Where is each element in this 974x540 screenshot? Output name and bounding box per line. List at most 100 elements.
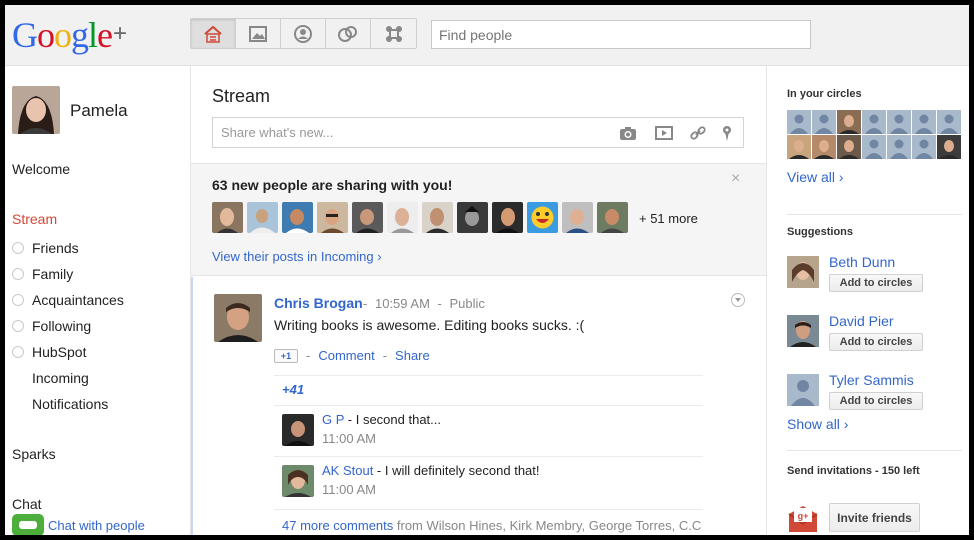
circle-item-family[interactable]: Family [12, 265, 73, 283]
circle-item-acquaintances[interactable]: Acquaintances [12, 291, 124, 309]
comment-author[interactable]: G P [322, 412, 344, 427]
camera-icon[interactable] [619, 124, 637, 142]
more-comments-from: from Wilson Hines, Kirk Membry, George T… [393, 518, 702, 533]
avatar[interactable] [212, 202, 243, 233]
avatar[interactable] [457, 202, 488, 233]
share-button[interactable]: Share [395, 348, 430, 363]
new-people-title: 63 new people are sharing with you! [212, 177, 453, 193]
invite-friends-button[interactable]: Invite friends [829, 503, 920, 532]
circle-item-friends[interactable]: Friends [12, 239, 79, 257]
plus-one-button[interactable]: +1 [274, 348, 298, 363]
circle-item-hubspot[interactable]: HubSpot [12, 343, 86, 361]
welcome-link[interactable]: Welcome [12, 161, 70, 177]
suggestion-item: David Pier Add to circles [787, 313, 967, 355]
nav-circles-button[interactable] [326, 19, 371, 48]
link-icon[interactable] [689, 124, 707, 142]
comment-author[interactable]: AK Stout [322, 463, 373, 478]
avatar[interactable] [787, 256, 819, 288]
google-plus-logo[interactable]: Google+ [12, 14, 127, 55]
chat-with-people-link[interactable]: Chat with people [48, 518, 145, 533]
add-to-circles-button[interactable]: Add to circles [829, 333, 923, 351]
default-avatar-icon[interactable] [787, 374, 819, 406]
location-pin-icon[interactable] [718, 124, 736, 142]
circle-avatar-grid [787, 110, 961, 159]
add-to-circles-button[interactable]: Add to circles [829, 392, 923, 410]
sparks-link[interactable]: Sparks [12, 446, 56, 462]
circle-icon [12, 320, 24, 332]
circle-member-avatar[interactable] [787, 135, 811, 159]
post-visibility[interactable]: Public [450, 296, 485, 311]
circle-member-avatar[interactable] [837, 135, 861, 159]
share-box[interactable]: Share what's new... [212, 117, 744, 148]
comment-button[interactable]: Comment [318, 348, 374, 363]
circle-icon [12, 294, 24, 306]
circle-member-avatar[interactable] [787, 110, 811, 134]
post-author[interactable]: Chris Brogan [274, 295, 363, 311]
nav-profile-button[interactable] [281, 19, 326, 48]
close-icon[interactable]: × [731, 170, 740, 188]
circle-member-avatar[interactable] [887, 110, 911, 134]
stream-link[interactable]: Stream [12, 211, 57, 227]
add-to-circles-button[interactable]: Add to circles [829, 274, 923, 292]
suggestion-name[interactable]: David Pier [829, 313, 894, 329]
view-all-link[interactable]: View all › [787, 169, 844, 185]
incoming-link[interactable]: Incoming [32, 370, 89, 386]
avatar[interactable] [352, 202, 383, 233]
comment-item: AK Stout - I will definitely second that… [274, 457, 703, 509]
chat-bubble-icon [12, 514, 44, 535]
avatar[interactable] [527, 202, 558, 233]
plus-one-count[interactable]: +41 [282, 382, 304, 397]
comment-body: G P - I second that... [322, 412, 441, 427]
avatar[interactable] [282, 465, 314, 497]
circle-member-avatar[interactable] [912, 135, 936, 159]
circle-member-avatar[interactable] [862, 110, 886, 134]
post-menu-chevron-icon[interactable] [731, 293, 745, 307]
circle-icon [12, 242, 24, 254]
circle-label: Following [32, 318, 92, 334]
suggestion-name[interactable]: Tyler Sammis [829, 372, 914, 388]
post-text: Writing books is awesome. Editing books … [274, 317, 585, 333]
user-name[interactable]: Pamela [70, 101, 128, 121]
circle-label: Acquaintances [32, 292, 124, 308]
avatar[interactable] [282, 414, 314, 446]
circle-member-avatar[interactable] [937, 135, 961, 159]
avatar[interactable] [562, 202, 593, 233]
left-sidebar: Pamela Welcome Stream Friends Family Acq… [5, 66, 191, 535]
avatar[interactable] [247, 202, 278, 233]
avatar[interactable] [597, 202, 628, 233]
avatar[interactable] [387, 202, 418, 233]
send-invitations-heading: Send invitations - 150 left [787, 465, 920, 477]
suggestion-name[interactable]: Beth Dunn [829, 254, 895, 270]
circles-icon [338, 25, 357, 42]
more-comments-link[interactable]: 47 more comments [282, 518, 393, 533]
gmail-invite-icon: g+ [788, 506, 818, 532]
avatar[interactable] [214, 294, 262, 342]
view-incoming-link[interactable]: View their posts in Incoming › [212, 249, 382, 264]
more-comments: 47 more comments from Wilson Hines, Kirk… [282, 518, 703, 533]
nav-games-button[interactable] [371, 19, 416, 48]
nav-photos-button[interactable] [236, 19, 281, 48]
find-people-input[interactable] [431, 20, 811, 49]
circle-item-following[interactable]: Following [12, 317, 91, 335]
avatar[interactable] [317, 202, 348, 233]
circle-member-avatar[interactable] [812, 110, 836, 134]
avatar[interactable] [422, 202, 453, 233]
avatar[interactable] [787, 315, 819, 347]
show-all-link[interactable]: Show all › [787, 416, 848, 432]
circle-member-avatar[interactable] [812, 135, 836, 159]
circle-member-avatar[interactable] [937, 110, 961, 134]
circle-member-avatar[interactable] [912, 110, 936, 134]
video-icon[interactable] [655, 124, 673, 142]
svg-text:g+: g+ [798, 511, 809, 521]
circle-member-avatar[interactable] [862, 135, 886, 159]
avatar[interactable] [492, 202, 523, 233]
circle-label: Family [32, 266, 74, 282]
circle-member-avatar[interactable] [887, 135, 911, 159]
avatar[interactable] [282, 202, 313, 233]
circle-icon [12, 346, 24, 358]
notifications-link[interactable]: Notifications [32, 396, 108, 412]
post-time[interactable]: 10:59 AM [375, 296, 430, 311]
circle-member-avatar[interactable] [837, 110, 861, 134]
nav-home-button[interactable] [191, 19, 236, 48]
user-avatar[interactable] [12, 86, 60, 134]
